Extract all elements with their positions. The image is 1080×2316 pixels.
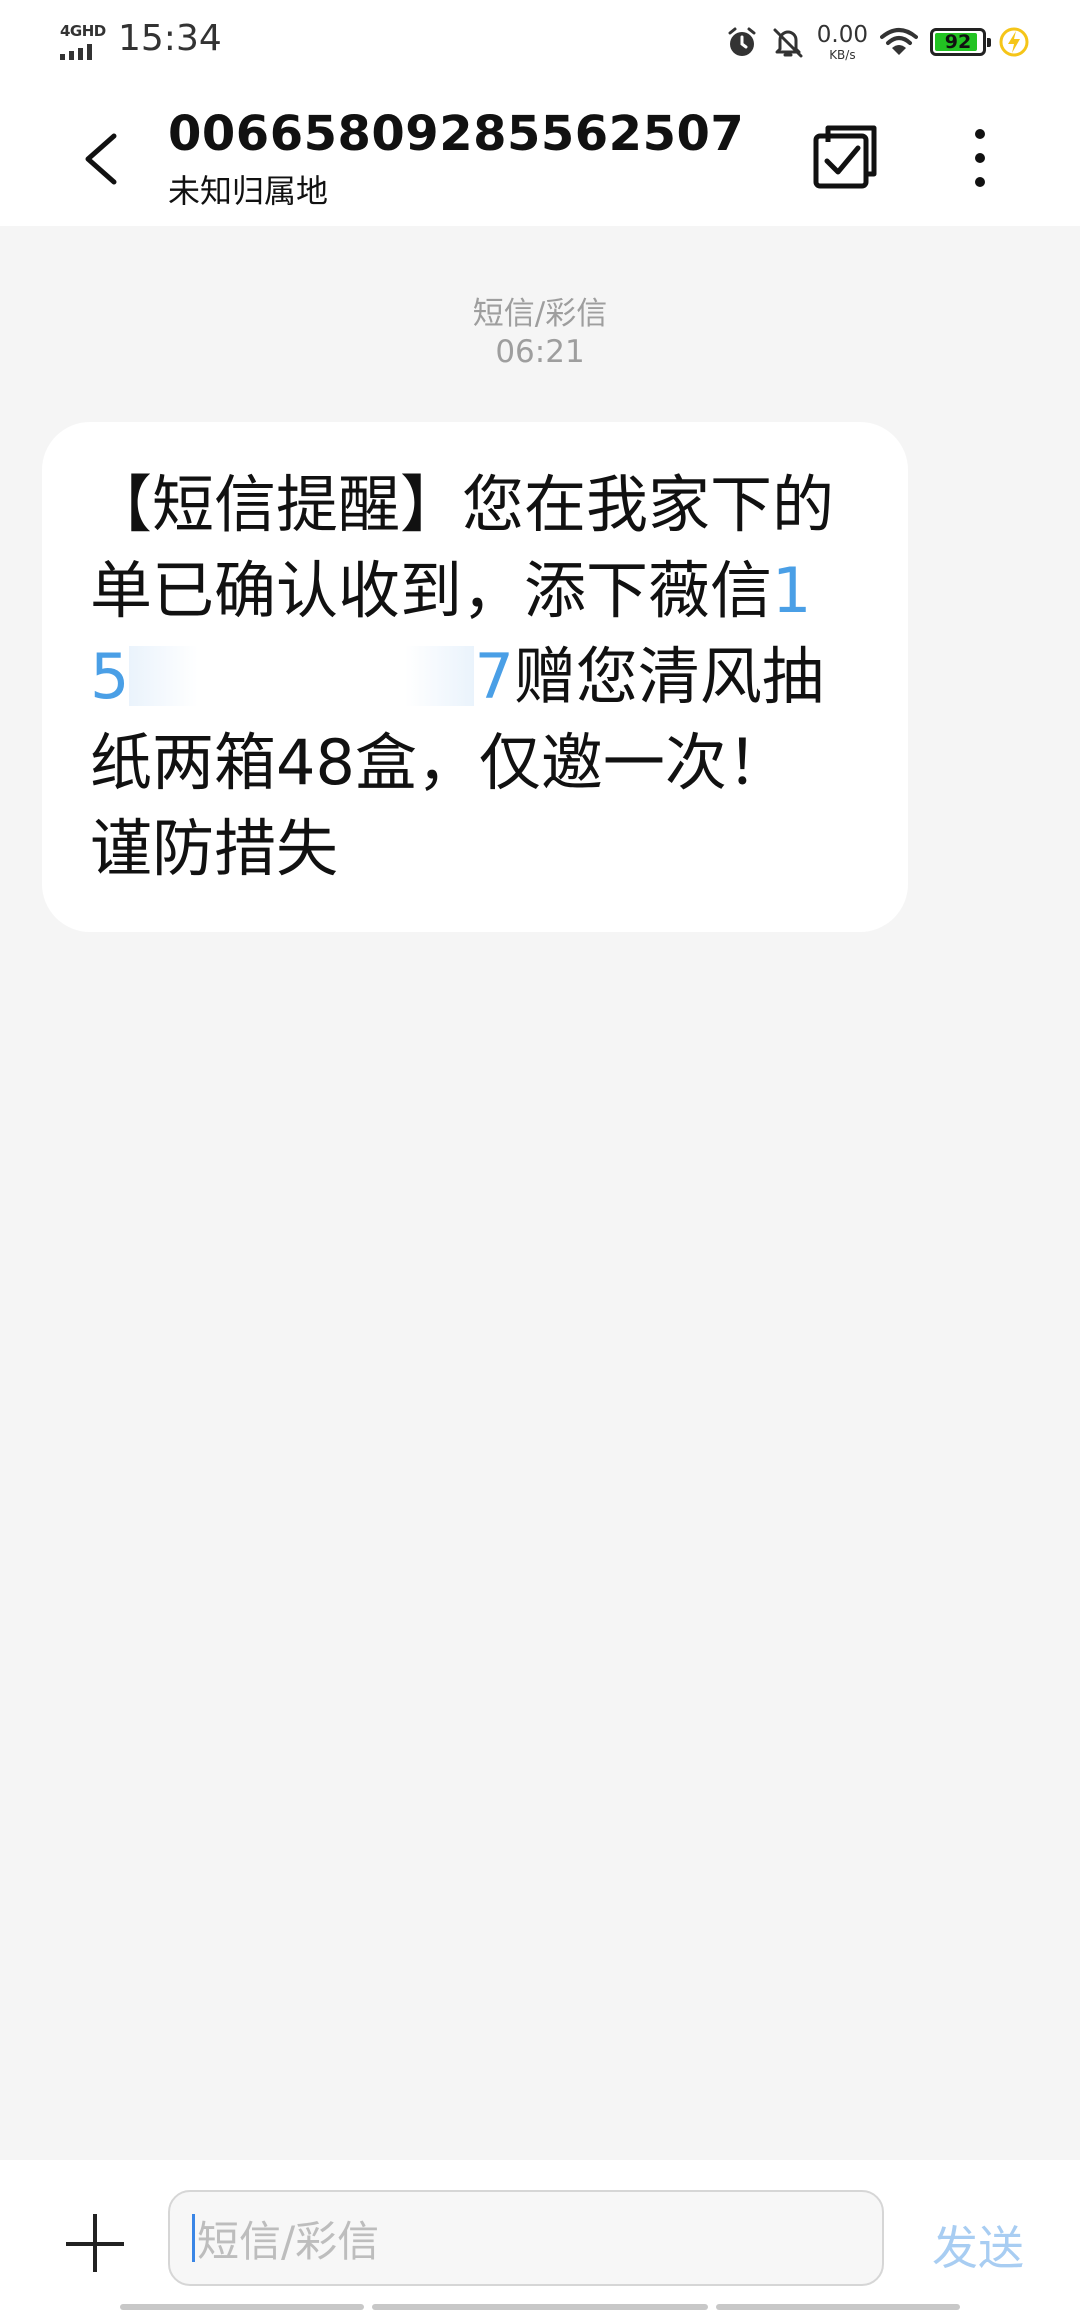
message-text: 【短信提醒】您在我家下的单已确认收到，添下薇信15 7赠您清风抽纸两箱48盒，仅邀… xyxy=(90,462,850,892)
status-icons: 0.00 KB/s 92 xyxy=(725,16,1030,68)
channel-label: 短信/彩信 xyxy=(472,296,608,332)
nav-indicator xyxy=(120,2304,364,2310)
message-input[interactable]: 短信/彩信 xyxy=(168,2190,884,2286)
wifi-icon xyxy=(880,28,918,55)
message-input-placeholder: 短信/彩信 xyxy=(197,2216,380,2266)
composer-bar: 短信/彩信 发送 xyxy=(0,2160,1080,2316)
more-icon[interactable] xyxy=(960,122,1000,194)
back-icon[interactable] xyxy=(70,124,130,194)
conversation-header: 00665809285562507 未知归属地 xyxy=(0,84,1080,226)
contact-location: 未知归属地 xyxy=(168,172,329,210)
send-button[interactable]: 发送 xyxy=(932,2212,1024,2278)
nav-indicator xyxy=(372,2304,708,2310)
message-bubble[interactable]: 【短信提醒】您在我家下的单已确认收到，添下薇信15 7赠您清风抽纸两箱48盒，仅邀… xyxy=(42,422,908,932)
redaction-mask xyxy=(129,646,475,706)
status-time: 15:34 xyxy=(118,18,222,59)
signal-icon: 4GHD xyxy=(60,22,106,62)
battery-icon: 92 xyxy=(930,28,991,56)
network-type: 4GHD xyxy=(60,22,106,40)
status-bar: 4GHD 15:34 0.00 KB/s 92 xyxy=(0,0,1080,84)
net-speed-unit: KB/s xyxy=(829,47,856,62)
plus-icon[interactable] xyxy=(66,2214,126,2274)
charging-icon xyxy=(999,27,1029,57)
net-speed-value: 0.00 xyxy=(816,21,868,48)
nav-indicator xyxy=(716,2304,960,2310)
message-text-before: 【短信提醒】您在我家下的单已确认收到，添下薇信 xyxy=(90,468,835,627)
bell-off-icon xyxy=(773,28,803,58)
message-link-end[interactable]: 7 xyxy=(474,640,513,713)
battery-percent: 92 xyxy=(944,31,972,53)
select-icon[interactable] xyxy=(808,120,882,194)
contact-number: 00665809285562507 xyxy=(168,106,745,162)
alarm-icon xyxy=(728,27,756,56)
text-caret xyxy=(192,2214,195,2262)
message-timestamp: 06:21 xyxy=(495,334,585,370)
net-speed: 0.00 KB/s xyxy=(816,21,868,62)
